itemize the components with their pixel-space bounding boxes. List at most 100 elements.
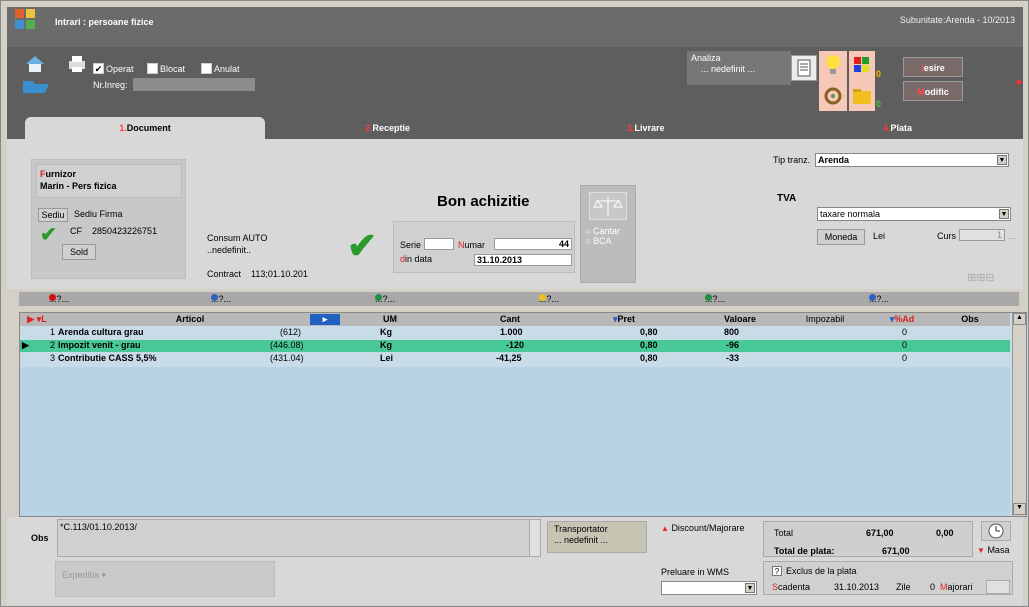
obs-textarea[interactable]: *C.113/01.10.2013/ [57,519,541,557]
cantar-radio[interactable]: ○ Cantar [585,226,620,236]
col-um[interactable]: UM [360,314,420,324]
folder-icon[interactable] [849,81,875,111]
iesire-button[interactable]: Iesire [903,57,963,77]
scroll-up-icon[interactable]: ▲ [1013,313,1026,325]
analiza-panel[interactable]: Analiza ... nedefinit ... [687,51,791,85]
discount-button[interactable]: ▲ Discount/Majorare [661,523,744,533]
scale-icon[interactable] [589,192,627,220]
triangle-up-icon: ▲ [661,524,669,533]
modific-button[interactable]: Modific [903,81,963,101]
row-pointer-icon: ▶ [22,340,29,350]
nr-inreg-input[interactable] [133,78,255,91]
triangle-down-icon: ▼ [977,546,985,555]
table-row-selected[interactable]: ▶ 2 Impozit venit - grau (446.08) Kg -12… [20,340,1010,352]
house-icon[interactable] [25,55,45,73]
curs-input[interactable]: 1 [959,229,1005,241]
row-nr: 3 [50,353,56,363]
row-cod: (612) [280,327,302,337]
numar-input[interactable]: 44 [494,238,572,250]
tva-select[interactable]: taxare normala ▼ [817,207,1011,221]
clock-icon[interactable] [981,521,1011,541]
tab-plata[interactable]: 4.Plata [883,123,912,133]
majorari-input[interactable] [986,580,1010,594]
cf-label: CF [70,226,82,236]
col-articol[interactable]: Articol [140,314,240,324]
legend-text-6: ...?... [869,294,890,304]
transportator-panel[interactable]: Transportator ... nedefinit ... [547,521,647,553]
moneda-button[interactable]: Moneda [817,229,865,245]
folder-open-icon[interactable] [23,77,49,95]
anulat-checkbox[interactable]: Anulat [201,63,240,74]
sediu-button[interactable]: Sediu [38,208,68,222]
expeditia-select[interactable]: Expeditia ▾ [55,561,275,597]
tip-tranz-select[interactable]: Arenda ▼ [815,153,1009,167]
list-icon[interactable] [791,55,817,81]
col-obs[interactable]: Obs [950,314,990,324]
row-articol: Impozit venit - grau [58,340,141,350]
consum-value: ..nedefinit.. [207,245,252,255]
tab-livrare[interactable]: 3.Livrare [627,123,665,133]
sold-button[interactable]: Sold [62,244,96,260]
articles-grid[interactable]: ▶ ▾L Articol ▸ UM Cant ▾Pret Valoare Imp… [19,312,1027,517]
articol-expand-icon[interactable]: ▸ [310,314,340,325]
col-l[interactable]: ▶ ▾L [24,314,50,325]
serie-input[interactable] [424,238,454,250]
tab-receptie[interactable]: 2.Receptie [365,123,410,133]
obs-value: *C.113/01.10.2013/ [60,522,137,532]
serie-panel: Serie Numar 44 din data 31.10.2013 [393,221,575,273]
arrow-right-icon[interactable]: ► [1015,77,1025,88]
exclus-checkbox[interactable]: ? [772,566,782,576]
plata-panel: ? Exclus de la plata Scadenta 31.10.2013… [763,561,1013,595]
row-nr: 1 [50,327,56,337]
col-impozabil[interactable]: Impozabil [790,314,860,324]
legend-bar: ...?... ...?... ...?... ...?... ...?... … [19,292,1019,306]
masa-button[interactable]: ▼ Masa [977,545,1009,555]
consum-panel[interactable]: Consum AUTO ..nedefinit.. Contract 113;0… [203,231,313,287]
curs-label: Curs [937,231,957,241]
row-cant: -120 [506,340,525,350]
total-tva: 0,00 [936,528,954,538]
gears-icon[interactable] [819,81,847,111]
scadenta-input[interactable]: 31.10.2013 [834,582,879,592]
plus-icons[interactable]: ⊞⊞⊟ [967,271,995,284]
row-pret: 0,80 [640,340,658,350]
printer-icon[interactable] [67,55,87,73]
blocat-checkbox[interactable]: Blocat [147,63,185,74]
total-plata-label: Total de plata: [774,546,835,556]
wms-select[interactable]: ▼ [661,581,757,595]
furnizor-panel: Furnizor Marin - Pers fizica Sediu Sediu… [31,159,186,279]
scroll-down-icon[interactable]: ▼ [1013,503,1026,515]
consum-label: Consum AUTO [207,233,268,243]
scadenta-label: cadenta [778,582,811,592]
validated-check-icon: ✔ [347,225,378,266]
legend-text-1: ...?... [49,294,70,304]
tab-bar: 1.Document 2.Receptie 3.Livrare 4.Plata [7,117,1023,139]
col-cant[interactable]: Cant [470,314,550,324]
table-row[interactable]: 3 Contributie CASS 5,5% (431.04) Lei -41… [20,353,1010,365]
col-valoare[interactable]: Valoare [700,314,780,324]
row-articol: Arenda cultura grau [58,327,144,337]
tab-document[interactable]: 1.Document [25,117,265,139]
row-nr: 2 [50,340,56,350]
window-title: Intrari : persoane fizice [55,17,154,27]
chevron-down-icon: ▼ [997,155,1007,165]
subunit-label: Subunitate:Arenda - 10/2013 [899,15,1015,25]
legend-text-5: ...?... [705,294,726,304]
data-input[interactable]: 31.10.2013 [474,254,572,266]
obs-scrollbar[interactable] [529,519,541,557]
grid-scrollbar[interactable]: ▲ ▼ [1012,313,1026,516]
modific-label: Modific [917,87,949,97]
colors-grid-icon[interactable] [849,51,875,81]
col-ad[interactable]: ▾%Ad [862,314,942,325]
furnizor-header[interactable]: Furnizor Marin - Pers fizica [36,164,182,198]
row-articol: Contributie CASS 5,5% [58,353,157,363]
lightbulb-icon[interactable] [819,51,847,81]
operat-checkbox[interactable]: ✔ Operat [93,63,134,74]
table-row[interactable]: 1 Arenda cultura grau (612) Kg 1.000 0,8… [20,327,1010,339]
obs-label: Obs [31,533,49,543]
col-pret[interactable]: ▾Pret [574,314,674,325]
zile-input[interactable]: 0 [930,582,935,592]
total-plata-value: 671,00 [882,546,910,556]
legend-text-4: ...?... [539,294,560,304]
bca-radio[interactable]: ○ BCA [585,236,611,246]
